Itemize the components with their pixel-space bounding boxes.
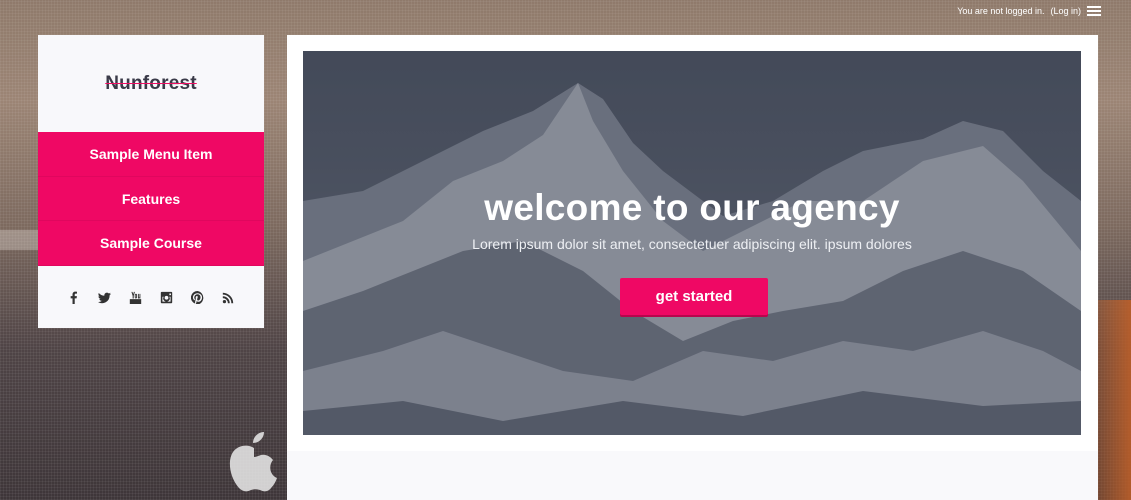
nav-item-sample-course[interactable]: Sample Course <box>38 221 264 267</box>
twitter-icon[interactable] <box>98 290 111 304</box>
menu-icon[interactable] <box>1087 6 1101 16</box>
login-status-bar: You are not logged in. (Log in) <box>957 6 1101 16</box>
instagram-icon[interactable] <box>160 290 173 304</box>
login-status-text: You are not logged in. <box>957 6 1045 16</box>
main-content: welcome to our agency Lorem ipsum dolor … <box>287 35 1098 500</box>
facebook-icon[interactable] <box>67 290 80 304</box>
get-started-button[interactable]: get started <box>620 278 768 315</box>
hero-title: welcome to our agency <box>484 187 900 228</box>
sidebar-nav: Sample Menu Item Features Sample Course <box>38 132 264 267</box>
social-links <box>38 266 264 328</box>
login-link[interactable]: (Log in) <box>1050 6 1081 16</box>
brand[interactable]: Nunforest <box>38 35 264 132</box>
hero-banner: welcome to our agency Lorem ipsum dolor … <box>303 51 1081 435</box>
apple-logo-icon <box>226 428 282 494</box>
rss-icon[interactable] <box>222 290 235 304</box>
pinterest-icon[interactable] <box>191 290 204 304</box>
nav-item-features[interactable]: Features <box>38 177 264 222</box>
nav-item-sample-menu-item[interactable]: Sample Menu Item <box>38 132 264 177</box>
brand-logo-text[interactable]: Nunforest <box>105 73 197 95</box>
hero-frame: welcome to our agency Lorem ipsum dolor … <box>287 35 1098 451</box>
hero-subtitle: Lorem ipsum dolor sit amet, consectetuer… <box>472 236 912 252</box>
sidebar: Nunforest Sample Menu Item Features Samp… <box>38 35 264 328</box>
youtube-icon[interactable] <box>129 290 142 304</box>
